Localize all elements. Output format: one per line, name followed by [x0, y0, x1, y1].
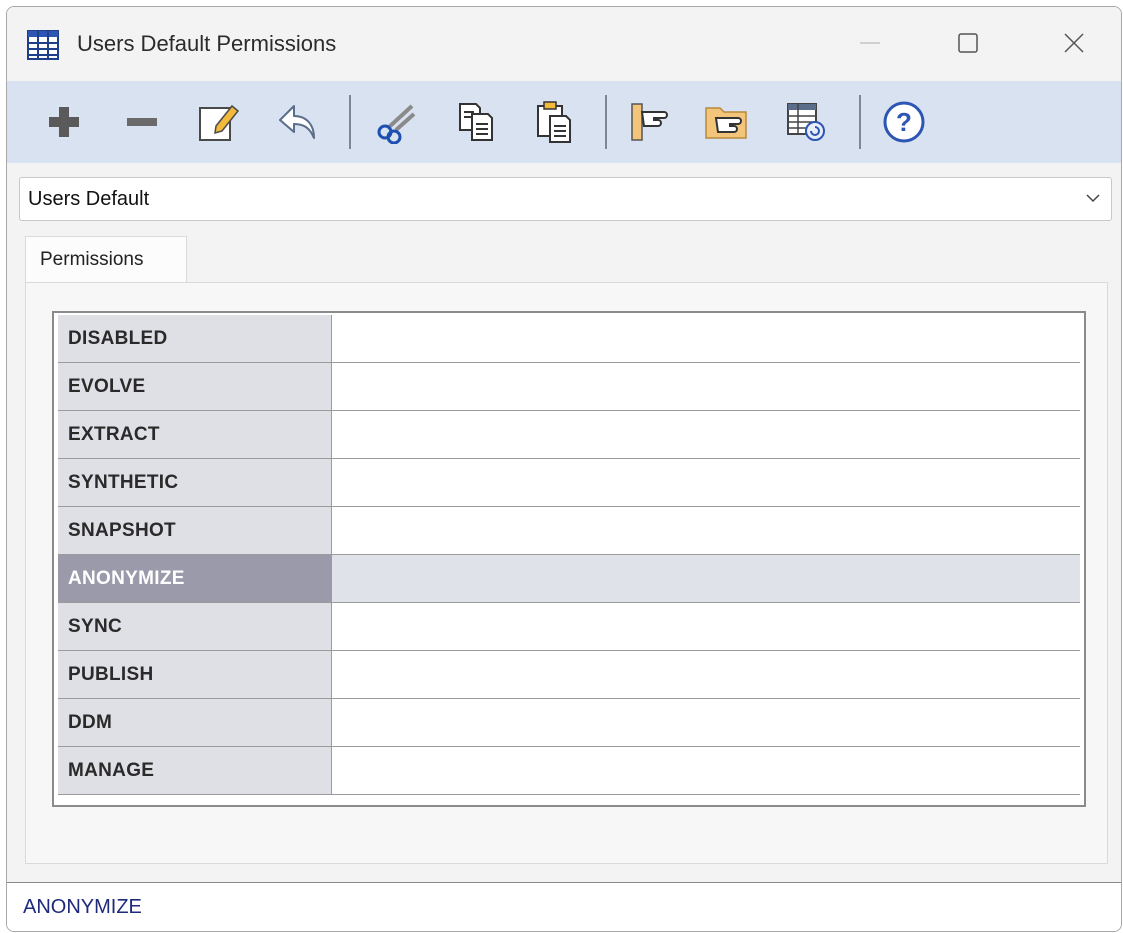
close-button[interactable] [1049, 21, 1099, 65]
paste-icon [537, 101, 571, 143]
tab-permissions[interactable]: Permissions [25, 236, 187, 283]
status-text: ANONYMIZE [23, 896, 142, 918]
permission-name: MANAGE [58, 747, 332, 795]
edit-button[interactable] [193, 97, 243, 147]
permission-value[interactable] [332, 699, 1080, 747]
help-button[interactable]: ? [879, 97, 929, 147]
permission-row[interactable]: DDM [58, 699, 1080, 747]
help-icon: ? [883, 101, 925, 143]
status-bar: ANONYMIZE [7, 882, 1121, 931]
permission-row[interactable]: MANAGE [58, 747, 1080, 795]
scissors-icon [377, 104, 416, 144]
permission-row[interactable]: PUBLISH [58, 651, 1080, 699]
remove-button[interactable] [117, 97, 167, 147]
permission-row[interactable]: EVOLVE [58, 363, 1080, 411]
toolbar: ? [7, 81, 1121, 163]
toolbar-separator [859, 95, 861, 149]
permission-value[interactable] [332, 747, 1080, 795]
permission-value[interactable] [332, 363, 1080, 411]
minus-icon [127, 118, 157, 126]
permission-name: SNAPSHOT [58, 507, 332, 555]
permission-value[interactable] [332, 507, 1080, 555]
toolbar-separator [605, 95, 607, 149]
user-group-select[interactable]: Users Default [19, 177, 1112, 221]
copy-icon [459, 103, 493, 141]
move-into-folder-button[interactable] [701, 97, 751, 147]
permission-row[interactable]: SNAPSHOT [58, 507, 1080, 555]
tab-permissions-label: Permissions [40, 249, 144, 270]
chevron-down-icon [1086, 194, 1100, 203]
permission-name: DDM [58, 699, 332, 747]
svg-text:?: ? [896, 107, 912, 137]
permission-value[interactable] [332, 315, 1080, 363]
permission-name: EXTRACT [58, 411, 332, 459]
permissions-panel: DISABLED EVOLVE EXTRACT SYNTHETIC SNAPSH… [25, 282, 1108, 864]
permission-row[interactable]: EXTRACT [58, 411, 1080, 459]
permission-value[interactable] [332, 411, 1080, 459]
close-icon [1064, 33, 1084, 53]
minimize-icon [860, 42, 880, 44]
table-refresh-icon [787, 103, 825, 141]
permission-row[interactable]: DISABLED [58, 315, 1080, 363]
folder-hand-icon [705, 107, 747, 139]
permission-row-selected[interactable]: ANONYMIZE [58, 555, 1080, 603]
undo-icon [279, 105, 315, 139]
undo-button[interactable] [273, 97, 323, 147]
title-bar: Users Default Permissions [7, 7, 1121, 81]
permission-name: PUBLISH [58, 651, 332, 699]
pointing-hand-icon [631, 103, 668, 141]
user-group-select-value: Users Default [28, 188, 150, 210]
permission-name: EVOLVE [58, 363, 332, 411]
maximize-icon [958, 33, 978, 53]
refresh-table-button[interactable] [781, 97, 831, 147]
permission-name: SYNC [58, 603, 332, 651]
cut-button[interactable] [371, 97, 421, 147]
maximize-button[interactable] [943, 21, 993, 65]
move-out-button[interactable] [625, 97, 675, 147]
permissions-grid: DISABLED EVOLVE EXTRACT SYNTHETIC SNAPSH… [52, 311, 1086, 807]
dialog-window: Users Default Permissions ? Users Defaul… [6, 6, 1122, 932]
paste-button[interactable] [529, 97, 579, 147]
permission-value[interactable] [332, 603, 1080, 651]
window-title: Users Default Permissions [77, 31, 337, 56]
permission-name: SYNTHETIC [58, 459, 332, 507]
table-grid-icon [27, 30, 59, 60]
minimize-button[interactable] [845, 21, 895, 65]
permission-name: ANONYMIZE [58, 555, 332, 603]
add-button[interactable] [39, 97, 89, 147]
permission-value[interactable] [332, 459, 1080, 507]
permission-name: DISABLED [58, 315, 332, 363]
permission-value[interactable] [332, 651, 1080, 699]
plus-icon [49, 107, 79, 137]
copy-button[interactable] [451, 97, 501, 147]
permission-value[interactable] [332, 555, 1080, 603]
permission-row[interactable]: SYNTHETIC [58, 459, 1080, 507]
permission-row[interactable]: SYNC [58, 603, 1080, 651]
toolbar-separator [349, 95, 351, 149]
edit-icon [199, 104, 240, 141]
